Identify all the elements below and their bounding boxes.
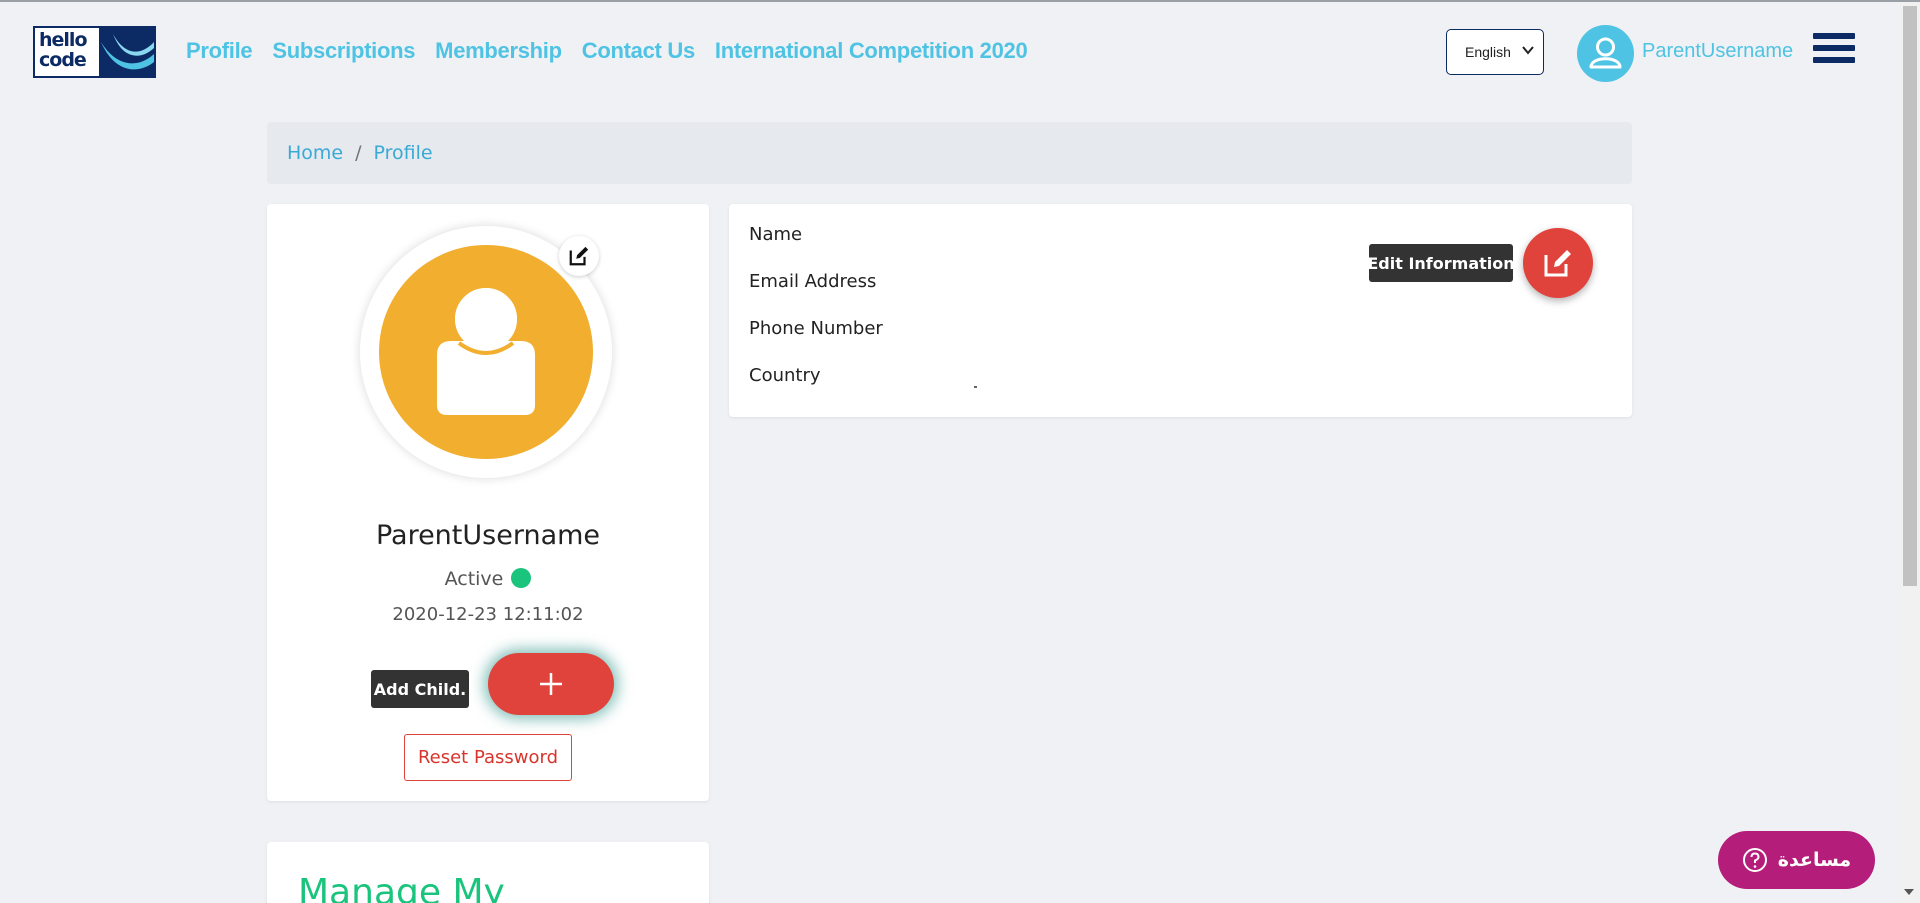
- chevron-down-icon: [1522, 46, 1534, 55]
- status-text: Active: [444, 568, 504, 590]
- breadcrumb-profile[interactable]: Profile: [374, 142, 433, 164]
- edit-avatar-button[interactable]: [559, 236, 599, 276]
- info-label-email: Email Address: [749, 271, 877, 292]
- edit-information-tooltip: Edit Information: [1367, 244, 1515, 282]
- top-navbar: hello code Profile Subscriptions Members…: [0, 2, 1900, 102]
- help-label: مساعدة: [1777, 849, 1852, 871]
- profile-card: ParentUsername Active 2020-12-23 12:11:0…: [267, 204, 709, 801]
- edit-information-button[interactable]: [1523, 228, 1593, 298]
- language-select-value: English: [1465, 44, 1511, 60]
- nav-contact-us[interactable]: Contact Us: [582, 38, 695, 64]
- scrollbar-thumb[interactable]: [1903, 6, 1917, 586]
- manage-card: Manage My: [267, 842, 709, 903]
- edit-icon: [569, 246, 589, 266]
- add-child-tooltip: Add Child.: [371, 670, 469, 708]
- country-value-mark: [974, 386, 977, 388]
- breadcrumb: Home / Profile: [267, 122, 1632, 184]
- profile-name: ParentUsername: [375, 520, 601, 551]
- status-dot-icon: [511, 568, 532, 588]
- nav-profile[interactable]: Profile: [186, 38, 253, 64]
- user-icon: [1589, 37, 1622, 69]
- hamburger-menu-icon[interactable]: [1813, 33, 1855, 71]
- breadcrumb-home[interactable]: Home: [287, 142, 343, 164]
- status-row: Active: [267, 568, 709, 590]
- manage-title: Manage My: [298, 872, 505, 903]
- add-child-button[interactable]: [488, 653, 614, 715]
- logo-text: hello code: [39, 29, 88, 71]
- logo-wave-icon: [99, 28, 154, 76]
- main-nav: Profile Subscriptions Membership Contact…: [186, 38, 1028, 64]
- help-button[interactable]: مساعدة: [1718, 831, 1875, 889]
- user-placeholder-icon: [437, 284, 535, 415]
- profile-date: 2020-12-23 12:11:02: [392, 604, 584, 625]
- question-circle-icon: [1742, 848, 1767, 872]
- info-label-country: Country: [749, 365, 821, 386]
- edit-icon: [1544, 250, 1571, 277]
- user-avatar[interactable]: [1577, 25, 1634, 82]
- info-card: Name Email Address Phone Number Country …: [729, 204, 1632, 417]
- info-label-phone: Phone Number: [749, 318, 883, 339]
- language-select[interactable]: English: [1446, 29, 1544, 75]
- header-username[interactable]: ParentUsername: [1642, 40, 1793, 63]
- breadcrumb-separator: /: [355, 142, 362, 164]
- nav-membership[interactable]: Membership: [435, 38, 562, 64]
- profile-avatar: [379, 245, 593, 459]
- hello-code-logo[interactable]: hello code: [33, 26, 156, 78]
- nav-international-competition[interactable]: International Competition 2020: [715, 38, 1028, 64]
- plus-icon: [540, 673, 562, 695]
- reset-password-button[interactable]: Reset Password: [404, 734, 572, 781]
- scroll-down-arrow-icon[interactable]: [1904, 889, 1914, 895]
- nav-subscriptions[interactable]: Subscriptions: [272, 38, 415, 64]
- info-label-name: Name: [749, 224, 803, 245]
